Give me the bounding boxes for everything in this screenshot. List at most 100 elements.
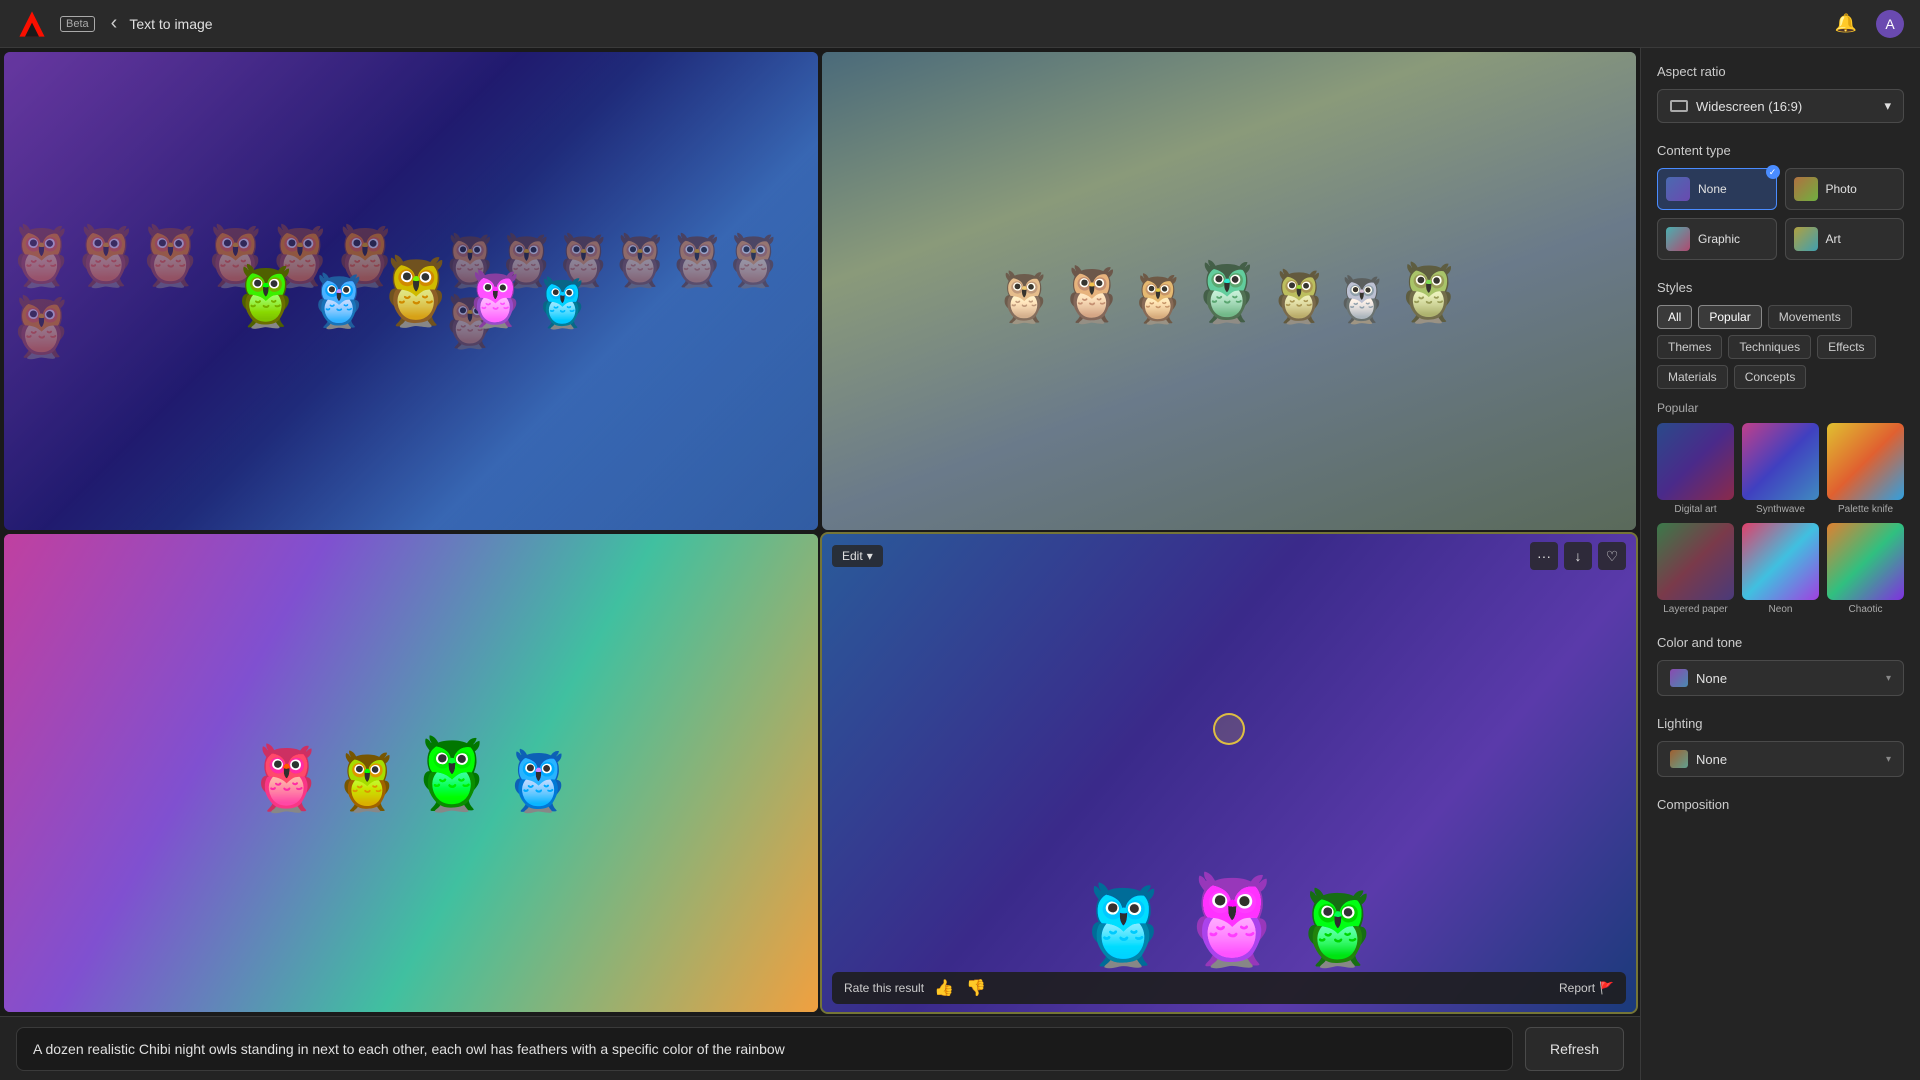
style-tab-effects[interactable]: Effects [1817, 335, 1875, 359]
favorite-button[interactable]: ♡ [1598, 542, 1626, 570]
aspect-ratio-chevron: ▾ [1884, 98, 1891, 114]
color-tone-dropdown[interactable]: None ▾ [1657, 660, 1904, 696]
style-tab-movements[interactable]: Movements [1768, 305, 1852, 329]
image-actions: ··· ↓ ♡ [1530, 542, 1626, 570]
aspect-ratio-dropdown[interactable]: Widescreen (16:9) ▾ [1657, 89, 1904, 123]
lighting-section: Lighting None ▾ [1657, 716, 1904, 777]
content-type-title: Content type [1657, 143, 1904, 158]
report-button[interactable]: Report 🚩 [1559, 981, 1614, 995]
page-title: Text to image [129, 16, 212, 32]
digital-art-thumbnail [1657, 423, 1734, 500]
thumbdown-button[interactable]: 👎 [964, 978, 988, 998]
thumbup-button[interactable]: 👍 [932, 978, 956, 998]
art-icon [1794, 227, 1818, 251]
aspect-ratio-value: Widescreen (16:9) [1696, 99, 1802, 114]
synthwave-thumbnail [1742, 423, 1819, 500]
content-type-graphic[interactable]: Graphic [1657, 218, 1777, 260]
aspect-ratio-title: Aspect ratio [1657, 64, 1904, 79]
content-type-art[interactable]: Art [1785, 218, 1905, 260]
prompt-input[interactable] [16, 1027, 1513, 1071]
style-thumb-synthwave[interactable]: Synthwave [1742, 423, 1819, 515]
style-tab-techniques[interactable]: Techniques [1728, 335, 1811, 359]
content-type-art-label: Art [1826, 232, 1841, 246]
chevron-down-icon: ▾ [867, 549, 873, 563]
image-overlay-4: Edit ▾ ··· ↓ ♡ Rate this result 👍 [822, 534, 1636, 1012]
notification-icon[interactable]: 🔔 [1832, 10, 1860, 38]
rate-label: Rate this result [844, 981, 924, 995]
content-type-graphic-label: Graphic [1698, 232, 1740, 246]
style-tab-concepts[interactable]: Concepts [1734, 365, 1807, 389]
widescreen-icon [1670, 100, 1688, 112]
color-tone-icon [1670, 669, 1688, 687]
image-cell-4[interactable]: 🦉 🦉 🦉 Edit ▾ ··· [822, 534, 1636, 1012]
content-type-none[interactable]: None ✓ [1657, 168, 1777, 210]
edit-button[interactable]: Edit ▾ [832, 545, 883, 567]
dropdown-left: Widescreen (16:9) [1670, 99, 1802, 114]
more-options-button[interactable]: ··· [1530, 542, 1558, 570]
image-cell-1[interactable]: 🦉🦉🦉🦉🦉🦉🦉 🦉 🦉 🦉 🦉 🦉 [4, 52, 818, 530]
aspect-ratio-section: Aspect ratio Widescreen (16:9) ▾ [1657, 64, 1904, 123]
neon-label: Neon [1769, 604, 1793, 615]
none-icon [1666, 177, 1690, 201]
neon-thumbnail [1742, 523, 1819, 600]
photo-icon [1794, 177, 1818, 201]
content-type-section: Content type None ✓ Photo Graphic Ar [1657, 143, 1904, 260]
layered-paper-label: Layered paper [1663, 604, 1728, 615]
style-thumb-layered-paper[interactable]: Layered paper [1657, 523, 1734, 615]
topbar-right: 🔔 A [1832, 10, 1904, 38]
chaotic-label: Chaotic [1849, 604, 1883, 615]
style-thumb-chaotic[interactable]: Chaotic [1827, 523, 1904, 615]
style-tab-themes[interactable]: Themes [1657, 335, 1722, 359]
adobe-beta-label: Beta [60, 16, 95, 32]
style-thumbnails: Digital art Synthwave Palette knife Laye… [1657, 423, 1904, 615]
refresh-button[interactable]: Refresh [1525, 1027, 1624, 1071]
image-overlay-top: Edit ▾ ··· ↓ ♡ [822, 534, 1636, 578]
user-avatar[interactable]: A [1876, 10, 1904, 38]
image-area: 🦉🦉🦉🦉🦉🦉🦉 🦉 🦉 🦉 🦉 🦉 [0, 48, 1640, 1080]
style-thumb-neon[interactable]: Neon [1742, 523, 1819, 615]
styles-section: Styles All Popular Movements Themes Tech… [1657, 280, 1904, 615]
style-tab-popular[interactable]: Popular [1698, 305, 1761, 329]
image-cell-3[interactable]: 🦉 🦉 🦉 🦉 [4, 534, 818, 1012]
lighting-icon [1670, 750, 1688, 768]
style-tab-materials[interactable]: Materials [1657, 365, 1728, 389]
color-tone-value: None [1696, 671, 1727, 686]
graphic-icon [1666, 227, 1690, 251]
color-tone-left: None [1670, 669, 1727, 687]
style-thumb-digital-art[interactable]: Digital art [1657, 423, 1734, 515]
lighting-value: None [1696, 752, 1727, 767]
styles-title: Styles [1657, 280, 1904, 295]
synthwave-label: Synthwave [1756, 504, 1805, 515]
style-thumb-palette-knife[interactable]: Palette knife [1827, 423, 1904, 515]
color-tone-title: Color and tone [1657, 635, 1904, 650]
rate-bar: Rate this result 👍 👎 Report 🚩 [832, 972, 1626, 1004]
palette-knife-label: Palette knife [1838, 504, 1893, 515]
lighting-left: None [1670, 750, 1727, 768]
back-button[interactable]: ‹ [111, 12, 118, 35]
prompt-bar: Refresh [0, 1016, 1640, 1080]
composition-section: Composition [1657, 797, 1904, 812]
image-overlay-bottom: Rate this result 👍 👎 Report 🚩 [822, 964, 1636, 1012]
layered-paper-thumbnail [1657, 523, 1734, 600]
lighting-dropdown[interactable]: None ▾ [1657, 741, 1904, 777]
color-tone-chevron: ▾ [1886, 673, 1891, 684]
none-check: ✓ [1766, 165, 1780, 179]
content-type-grid: None ✓ Photo Graphic Art [1657, 168, 1904, 260]
digital-art-label: Digital art [1674, 504, 1716, 515]
style-tab-all[interactable]: All [1657, 305, 1692, 329]
right-panel: Aspect ratio Widescreen (16:9) ▾ Content… [1640, 48, 1920, 1080]
styles-tabs: All Popular Movements Themes Techniques … [1657, 305, 1904, 389]
content-type-photo-label: Photo [1826, 182, 1857, 196]
image-grid: 🦉🦉🦉🦉🦉🦉🦉 🦉 🦉 🦉 🦉 🦉 [0, 48, 1640, 1016]
popular-label: Popular [1657, 401, 1904, 415]
topbar: Beta ‹ Text to image 🔔 A [0, 0, 1920, 48]
composition-title: Composition [1657, 797, 1904, 812]
chaotic-thumbnail [1827, 523, 1904, 600]
palette-knife-thumbnail [1827, 423, 1904, 500]
adobe-logo [16, 8, 48, 40]
image-cell-2[interactable]: 🦉 🦉 🦉 🦉 🦉 🦉 🦉 [822, 52, 1636, 530]
content-type-photo[interactable]: Photo [1785, 168, 1905, 210]
content-type-none-label: None [1698, 182, 1727, 196]
download-button[interactable]: ↓ [1564, 542, 1592, 570]
main-layout: 🦉🦉🦉🦉🦉🦉🦉 🦉 🦉 🦉 🦉 🦉 [0, 48, 1920, 1080]
